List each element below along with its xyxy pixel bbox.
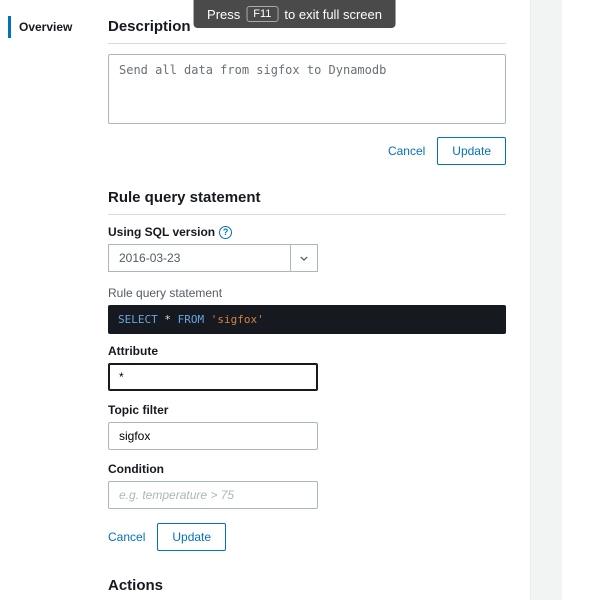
banner-post: to exit full screen — [284, 7, 382, 22]
right-gutter — [530, 0, 562, 600]
sql-version-value: 2016-03-23 — [108, 244, 290, 272]
sql-version-select[interactable]: 2016-03-23 — [108, 244, 318, 272]
rule-heading: Rule query statement — [108, 183, 506, 215]
topic-input[interactable] — [108, 422, 318, 450]
topic-label: Topic filter — [108, 403, 506, 417]
exit-fullscreen-banner: Press F11 to exit full screen — [193, 0, 396, 28]
description-input[interactable] — [108, 54, 506, 124]
rule-update-button[interactable]: Update — [157, 523, 226, 551]
sql-version-label: Using SQL version ? — [108, 225, 506, 239]
banner-pre: Press — [207, 7, 240, 22]
attribute-input[interactable] — [108, 363, 318, 391]
left-nav: Overview — [0, 0, 90, 600]
description-cancel-button[interactable]: Cancel — [388, 144, 425, 158]
stmt-label: Rule query statement — [108, 286, 506, 300]
query-statement-box: SELECT * FROM 'sigfox' — [108, 305, 506, 334]
tab-overview[interactable]: Overview — [8, 16, 82, 38]
condition-label: Condition — [108, 462, 506, 476]
rule-cancel-button[interactable]: Cancel — [108, 530, 145, 544]
description-update-button[interactable]: Update — [437, 137, 506, 165]
actions-heading: Actions — [108, 571, 506, 600]
banner-key: F11 — [246, 6, 278, 22]
main-content: Description Cancel Update Rule query sta… — [90, 0, 530, 600]
chevron-down-icon[interactable] — [290, 244, 318, 272]
info-icon[interactable]: ? — [219, 226, 232, 239]
condition-input[interactable] — [108, 481, 318, 509]
attribute-label: Attribute — [108, 344, 506, 358]
